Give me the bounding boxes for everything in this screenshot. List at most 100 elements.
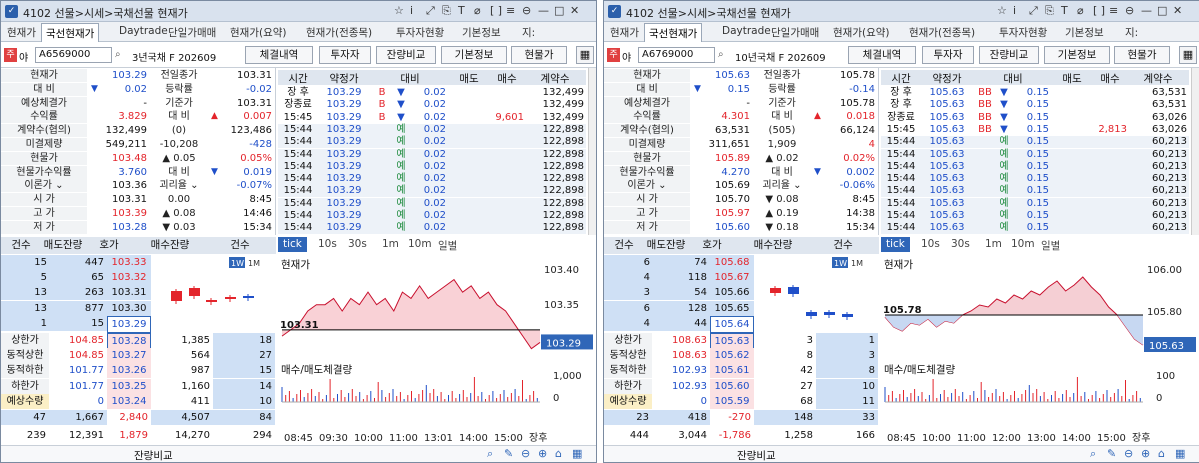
tab-6[interactable]: 투자자현황 — [999, 25, 1047, 40]
tab-5[interactable]: 현재가(전종목) — [306, 25, 372, 40]
tab-7[interactable]: 기본정보 — [462, 25, 501, 40]
bottom-icon-2[interactable]: ⊖ — [1124, 447, 1133, 460]
info-icon[interactable]: i — [1013, 4, 1016, 17]
symbol-code-input[interactable]: A6569000 — [35, 47, 112, 63]
bottom-icon-3[interactable]: ⊕ — [538, 447, 547, 460]
favorite-icon[interactable]: ☆ — [394, 4, 404, 17]
toolbar-button-4[interactable]: 현물가 — [1114, 46, 1170, 64]
info-row: 예상체결가 - 기준가 103.31 — [1, 96, 276, 110]
tab-7[interactable]: 기본정보 — [1065, 25, 1104, 40]
tab-3[interactable]: 단일가매매 — [168, 25, 216, 40]
tool-icon[interactable]: ⌀ — [1077, 4, 1084, 17]
bid-row[interactable]: 동적상한 108.63 105.62 8 3 — [604, 348, 879, 364]
minimize-icon[interactable]: — — [538, 4, 549, 17]
maximize-icon[interactable]: □ — [554, 4, 564, 17]
bid-row[interactable]: 동적상한 104.85 103.27 564 27 — [1, 348, 276, 364]
copy-icon[interactable]: ⎘ — [442, 4, 451, 18]
bid-label: 상한가 — [604, 333, 652, 348]
text-icon[interactable]: T — [458, 4, 465, 17]
bottom-icon-0[interactable]: ⌕ — [1090, 447, 1096, 461]
minimize-icon[interactable]: — — [1141, 4, 1152, 17]
tab-8[interactable]: 지: — [522, 25, 535, 40]
bid-row[interactable]: 상한가 104.85 103.28 1,385 18 — [1, 333, 276, 350]
copy-icon[interactable]: ⎘ — [1045, 4, 1054, 18]
tab-bar: 현재가 국선현재가 Daytrade 단일가매매 현재가(요약) 현재가(전종목) 투자자현… — [604, 22, 1199, 42]
bottom-icon-3[interactable]: ⊕ — [1141, 447, 1150, 460]
bid-row[interactable]: 동적하한 102.93 105.61 42 8 — [604, 363, 879, 379]
search-icon[interactable]: ⌕ — [718, 49, 724, 60]
trade-price: 103.29 — [326, 111, 362, 123]
title-bar: ✓ 4102 선물>시세>국채선물 현재가 ☆ i ⤢ ⎘ T ⌀ [ ] ≡ ⊖ — □ ✕ — [604, 1, 1199, 22]
expand-icon[interactable]: [ ] — [1093, 4, 1105, 17]
orderbook: 건수 매도잔량 호가 매수잔량 건수 6 74 105.68 4 118 105.67 3 54 105.… — [604, 237, 879, 445]
grid-icon[interactable]: ▦ — [1179, 46, 1197, 64]
bid-row[interactable]: 예상수량 0 103.24 411 10 — [1, 393, 276, 409]
favorite-icon[interactable]: ☆ — [997, 4, 1007, 17]
bottom-icon-4[interactable]: ⌂ — [555, 447, 562, 460]
symbol-code-input[interactable]: A6769000 — [638, 47, 715, 63]
trade-time: 장 후 — [890, 87, 912, 98]
close-icon[interactable]: ✕ — [1173, 4, 1182, 17]
toolbar-button-1[interactable]: 투자자 — [319, 46, 371, 64]
bid-row[interactable]: 하한가 102.93 105.60 27 10 — [604, 378, 879, 394]
tab-4[interactable]: 현재가(요약) — [833, 25, 890, 40]
trade-volume: 60,213 — [1152, 136, 1187, 148]
ask-size: 15 — [49, 315, 107, 331]
tab-2[interactable]: Daytrade — [722, 25, 771, 37]
maximize-icon[interactable]: □ — [1157, 4, 1167, 17]
bid-row[interactable]: 예상수량 0 105.59 68 11 — [604, 393, 879, 409]
tab-0[interactable]: 현재가 — [610, 25, 639, 40]
bottom-icon-2[interactable]: ⊖ — [521, 447, 530, 460]
bottom-icon-1[interactable]: ✎ — [1107, 447, 1116, 460]
toolbar-button-3[interactable]: 기본정보 — [441, 46, 507, 64]
trade-price: 105.63 — [929, 197, 965, 209]
zoom-out-icon[interactable]: ⊖ — [522, 4, 531, 17]
window-check-icon[interactable]: ✓ — [608, 5, 621, 18]
tab-6[interactable]: 투자자현황 — [396, 25, 444, 40]
trade-scrollbar[interactable] — [1191, 68, 1199, 235]
bid-count: 10 — [816, 378, 878, 394]
toolbar-button-0[interactable]: 체결내역 — [848, 46, 916, 64]
menu-icon[interactable]: ≡ — [506, 4, 515, 17]
text-icon[interactable]: T — [1061, 4, 1068, 17]
bottom-icon-0[interactable]: ⌕ — [487, 447, 493, 461]
info-icon[interactable]: i — [410, 4, 413, 17]
tab-5[interactable]: 현재가(전종목) — [909, 25, 975, 40]
toolbar-button-2[interactable]: 잔량비교 — [979, 46, 1039, 64]
bottom-icon-4[interactable]: ⌂ — [1158, 447, 1165, 460]
toolbar-button-2[interactable]: 잔량비교 — [376, 46, 436, 64]
bottom-icon-5[interactable]: ▦ — [1175, 447, 1185, 460]
toolbar-button-3[interactable]: 기본정보 — [1044, 46, 1110, 64]
link-icon[interactable]: ⤢ — [1029, 4, 1038, 18]
tab-8[interactable]: 지: — [1125, 25, 1138, 40]
search-icon[interactable]: ⌕ — [115, 49, 121, 60]
menu-icon[interactable]: ≡ — [1109, 4, 1118, 17]
bid-row[interactable]: 동적하한 101.77 103.26 987 15 — [1, 363, 276, 379]
trade-diff: 0.15 — [1026, 148, 1049, 160]
tab-1[interactable]: 국선현재가 — [644, 23, 703, 42]
toolbar-button-1[interactable]: 투자자 — [922, 46, 974, 64]
toolbar-button-0[interactable]: 체결내역 — [245, 46, 313, 64]
tab-0[interactable]: 현재가 — [7, 25, 36, 40]
grid-icon[interactable]: ▦ — [576, 46, 594, 64]
info-value-2: 123,486 — [230, 125, 272, 137]
bid-row[interactable]: 상한가 108.63 105.63 3 1 — [604, 333, 879, 350]
tab-1[interactable]: 국선현재가 — [41, 23, 100, 42]
bottom-icon-5[interactable]: ▦ — [572, 447, 582, 460]
bottom-icon-1[interactable]: ✎ — [504, 447, 513, 460]
trade-scrollbar[interactable] — [588, 68, 596, 235]
expand-icon[interactable]: [ ] — [490, 4, 502, 17]
zoom-out-icon[interactable]: ⊖ — [1125, 4, 1134, 17]
tab-3[interactable]: 단일가매매 — [771, 25, 819, 40]
tool-icon[interactable]: ⌀ — [474, 4, 481, 17]
trade-time: 15:44 — [886, 136, 916, 148]
tab-2[interactable]: Daytrade — [119, 25, 168, 37]
info-row: 현물가 105.89 ▲ 0.02 0.02% — [604, 151, 879, 165]
link-icon[interactable]: ⤢ — [426, 4, 435, 18]
tab-4[interactable]: 현재가(요약) — [230, 25, 287, 40]
close-icon[interactable]: ✕ — [570, 4, 579, 17]
toolbar-button-4[interactable]: 현물가 — [511, 46, 567, 64]
bid-row[interactable]: 하한가 101.77 103.25 1,160 14 — [1, 378, 276, 394]
window-check-icon[interactable]: ✓ — [5, 5, 18, 18]
info-value-2: 14:38 — [846, 208, 875, 219]
